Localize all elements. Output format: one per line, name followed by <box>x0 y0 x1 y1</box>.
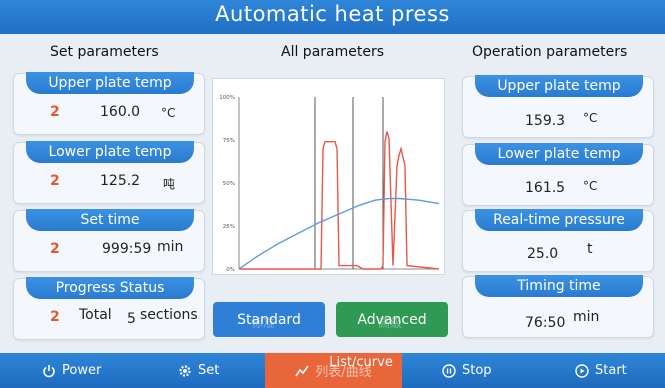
set-index: 2 <box>50 241 60 257</box>
y-tick-label: 25% <box>223 224 235 230</box>
unit: 吨 <box>163 177 176 191</box>
set-upper-temp-value[interactable]: 160.0 <box>100 104 140 120</box>
panel-label: Upper plate temp <box>26 72 194 94</box>
advanced-cn-label: 高级 <box>378 316 403 330</box>
red-series-line <box>239 131 440 270</box>
set-upper-plate-temp-panel[interactable]: Upper plate temp 2 160.0 °C <box>13 72 205 135</box>
curve-icon <box>295 365 309 376</box>
list-curve-label: 列表/曲线 List/curve <box>315 355 393 380</box>
set-lower-plate-temp-panel[interactable]: Lower plate temp 2 125.2 吨 <box>13 141 205 204</box>
header-bar: Automatic heat press <box>0 0 665 34</box>
standard-button[interactable]: Standard 标准 <box>213 302 325 337</box>
advanced-button[interactable]: Advanced 高级 <box>336 302 448 337</box>
panel-label: Lower plate temp <box>26 141 194 163</box>
set-button[interactable]: Set <box>178 353 219 388</box>
set-time-panel[interactable]: Set time 2 999:59 min <box>13 209 205 272</box>
set-label: Set <box>198 363 220 378</box>
unit: min <box>573 309 600 325</box>
power-label: Power <box>62 363 102 378</box>
panel-label: Set time <box>26 209 194 231</box>
timing-time-readout: Timing time 76:50 min <box>462 275 654 338</box>
operation-parameters-title: Operation parameters <box>472 44 628 60</box>
page-title: Automatic heat press <box>215 2 450 26</box>
timing-reading: 76:50 <box>525 315 566 331</box>
footer-bar: Power Set 列表/曲线 List/curve Stop Start <box>0 353 665 388</box>
panel-label: Progress Status <box>26 277 194 299</box>
stop-label: Stop <box>462 363 492 378</box>
panel-label: Upper plate temp <box>475 75 643 97</box>
set-index: 2 <box>50 104 60 120</box>
panel-label: Lower plate temp <box>475 143 643 165</box>
set-time-value[interactable]: 999:59 <box>102 241 151 257</box>
upper-temp-reading: 159.3 <box>525 113 566 129</box>
panel-label: Timing time <box>475 275 643 297</box>
power-icon <box>43 364 55 377</box>
pause-icon <box>442 363 456 378</box>
progress-status-panel: Progress Status 2 Total 5 sections <box>13 277 205 340</box>
upper-plate-temp-readout: Upper plate temp 159.3 °C <box>462 75 654 138</box>
set-lower-temp-value[interactable]: 125.2 <box>100 173 140 189</box>
y-tick-label: 50% <box>223 181 235 187</box>
gear-icon <box>179 364 191 377</box>
panel-label: Real-time pressure <box>475 209 643 231</box>
stop-button[interactable]: Stop <box>442 353 492 388</box>
pressure-reading: 25.0 <box>527 246 559 262</box>
list-curve-en: List/curve <box>329 355 393 370</box>
y-tick-label: 100% <box>219 95 235 101</box>
set-index: 2 <box>50 173 60 189</box>
unit: t <box>587 241 593 257</box>
list-curve-button[interactable]: 列表/曲线 List/curve <box>265 353 402 388</box>
unit: °C <box>161 106 176 120</box>
lower-plate-temp-readout: Lower plate temp 161.5 °C <box>462 143 654 206</box>
real-time-pressure-readout: Real-time pressure 25.0 t <box>462 209 654 272</box>
standard-cn-label: 标准 <box>251 316 276 330</box>
unit: sections <box>140 307 198 323</box>
all-parameters-title: All parameters <box>281 44 385 60</box>
chart-svg: 100% 75% 50% 25% 0% <box>219 95 440 273</box>
y-tick-label: 0% <box>226 267 235 273</box>
unit: °C <box>583 111 598 125</box>
start-button[interactable]: Start <box>575 353 627 388</box>
unit: min <box>157 239 184 255</box>
set-parameters-title: Set parameters <box>50 44 159 60</box>
unit: °C <box>583 179 598 193</box>
start-label: Start <box>595 363 627 378</box>
play-icon <box>575 363 589 378</box>
power-button[interactable]: Power <box>42 353 101 388</box>
y-tick-label: 75% <box>223 138 235 144</box>
lower-temp-reading: 161.5 <box>525 180 566 196</box>
sections-count: 5 <box>127 311 136 327</box>
set-index: 2 <box>50 309 60 325</box>
parameters-chart: 100% 75% 50% 25% 0% <box>212 78 445 275</box>
total-label: Total <box>79 307 112 323</box>
